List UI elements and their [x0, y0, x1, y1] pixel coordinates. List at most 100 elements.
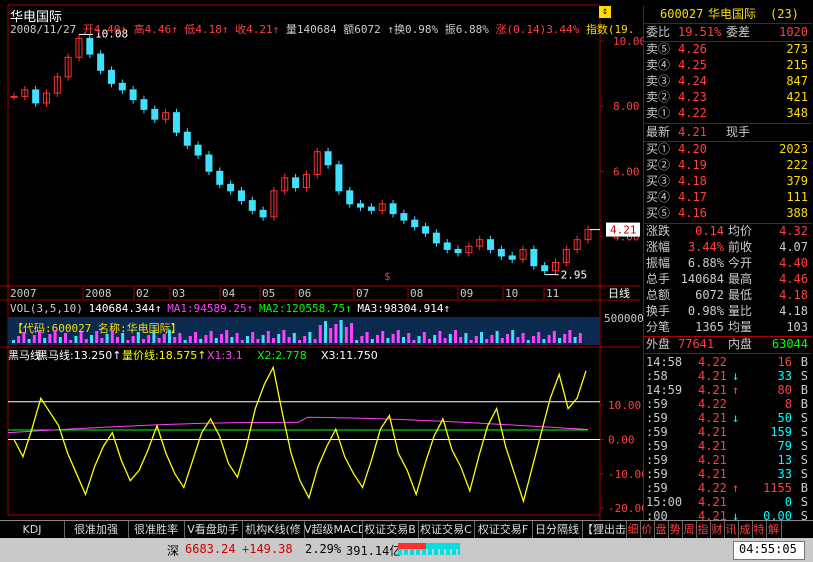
sell-price: 4.25: [678, 58, 707, 72]
indicator-axis-label: -10.00: [608, 468, 643, 481]
vol-bar: [402, 337, 405, 343]
tab-20[interactable]: 特: [752, 521, 767, 538]
vol-bar: [526, 340, 530, 343]
info-item: 指数(19.: [585, 23, 635, 36]
tick-price: 4.21: [698, 383, 727, 397]
tab-2[interactable]: 很准胜率: [128, 521, 185, 538]
buy-label: 买③: [646, 174, 671, 188]
tab-12[interactable]: 价: [640, 521, 655, 538]
tab-18[interactable]: 讯: [724, 521, 739, 538]
tick-arrow: ↑: [732, 383, 740, 397]
vol-bar: [173, 337, 177, 343]
vol-bar: [282, 330, 286, 343]
tab-16[interactable]: 指: [696, 521, 711, 538]
stat-label: 总手: [646, 272, 671, 286]
tab-5[interactable]: V超级MACD: [304, 521, 363, 538]
sell-price: 4.22: [678, 106, 707, 120]
vol-bar: [568, 330, 572, 343]
buy-label: 买①: [646, 142, 671, 156]
current-price-tag: 4.21: [610, 224, 637, 237]
date-axis-label: 06: [298, 287, 311, 300]
vol-bar: [110, 330, 114, 343]
tab-9[interactable]: 日分隔线: [532, 521, 583, 538]
tick-price: 4.21: [698, 467, 727, 481]
vol-bar: [12, 340, 15, 343]
sell-label: 卖②: [646, 90, 671, 104]
vol-bar: [38, 331, 41, 343]
vol-bar: [79, 332, 83, 343]
vol-bar: [225, 330, 229, 343]
vol-bar: [69, 340, 73, 343]
vol-bar: [407, 333, 411, 343]
tab-6[interactable]: 权证交易B: [362, 521, 419, 538]
price-axis-label: 8.00: [613, 100, 640, 113]
tick-volume: 159: [770, 425, 792, 439]
tab-14[interactable]: 势: [668, 521, 683, 538]
index-pct: 2.29%: [305, 542, 342, 556]
weibi-label: 委比: [646, 25, 671, 39]
sell-volume: 421: [786, 90, 808, 104]
chart-area: 10.008.006.004.0010.082.954.21$2007 2008 0…: [0, 4, 643, 520]
vol-bar: [183, 340, 187, 343]
tab-1[interactable]: 很准加强: [64, 521, 129, 538]
inner-label: 内盘: [728, 337, 753, 351]
tab-0[interactable]: KDJ: [0, 521, 65, 538]
info-item: ↑换0.98%: [387, 23, 445, 36]
tab-11[interactable]: 细: [626, 521, 641, 538]
outer-inner-row: 外盘 77641 内盘 63044: [644, 337, 812, 352]
vol-bar: [506, 334, 509, 343]
candle-body: [389, 203, 397, 215]
vol-legend-item: MA2:120558.75↑: [259, 302, 352, 315]
vol-bar: [136, 332, 140, 343]
divider: [644, 23, 812, 24]
candle-body: [400, 213, 408, 221]
vol-bar: [147, 335, 151, 343]
stock-code: 600027: [660, 7, 704, 21]
tab-4[interactable]: 机构K线(修: [242, 521, 305, 538]
sell-row: 卖⑤ 4.26 273: [644, 42, 812, 57]
tick-volume: 33: [777, 369, 792, 383]
candle-body: [194, 144, 202, 156]
candle-body: [346, 190, 354, 205]
vol-bar: [220, 334, 223, 343]
tab-19[interactable]: 成: [738, 521, 753, 538]
vol-bar: [376, 335, 379, 343]
tick-row: 14:58 4.22 16 B: [644, 355, 812, 370]
tab-13[interactable]: 盘: [654, 521, 669, 538]
tick-time: :59: [646, 425, 668, 439]
expand-icon[interactable]: ⇕: [599, 6, 611, 18]
buy-price: 4.20: [678, 142, 707, 156]
date-axis-label: 07: [356, 287, 369, 300]
vol-bar: [490, 335, 494, 343]
tab-8[interactable]: 权证交易F: [474, 521, 533, 538]
candle-body: [129, 89, 137, 101]
weibi-value: 19.51%: [678, 25, 722, 39]
tick-side: S: [800, 467, 808, 481]
stock-name: 华电国际: [708, 7, 757, 21]
inner-value: 63044: [771, 337, 808, 351]
vol-bar: [558, 338, 561, 343]
stat-value: 4.18: [779, 304, 808, 318]
outer-value: 77641: [678, 337, 715, 351]
tick-price: 4.21: [698, 425, 727, 439]
candle-body: [172, 112, 180, 133]
tab-3[interactable]: V看盘助手: [184, 521, 243, 538]
vol-bar: [90, 335, 93, 343]
vol-bar: [396, 330, 400, 343]
tick-price: 4.21: [698, 439, 727, 453]
vol-bar: [22, 332, 26, 343]
tab-17[interactable]: 财: [710, 521, 725, 538]
stat-row: 总手 140684 最高 4.46: [644, 272, 812, 287]
quote-header: 600027 华电国际 (23): [644, 7, 812, 22]
candle-body: [205, 154, 213, 172]
vol-bar: [386, 338, 390, 343]
indicator-axis-label: 10.00: [608, 399, 641, 412]
tab-21[interactable]: 解: [766, 521, 782, 538]
tick-volume: 8: [784, 397, 792, 411]
info-item: 开4.40↑: [82, 23, 134, 36]
tab-10[interactable]: 【狸出击】: [582, 521, 627, 538]
tab-7[interactable]: 权证交易C: [418, 521, 475, 538]
tick-side: S: [800, 453, 808, 467]
tick-price: 4.22: [698, 397, 727, 411]
tab-15[interactable]: 周: [682, 521, 697, 538]
